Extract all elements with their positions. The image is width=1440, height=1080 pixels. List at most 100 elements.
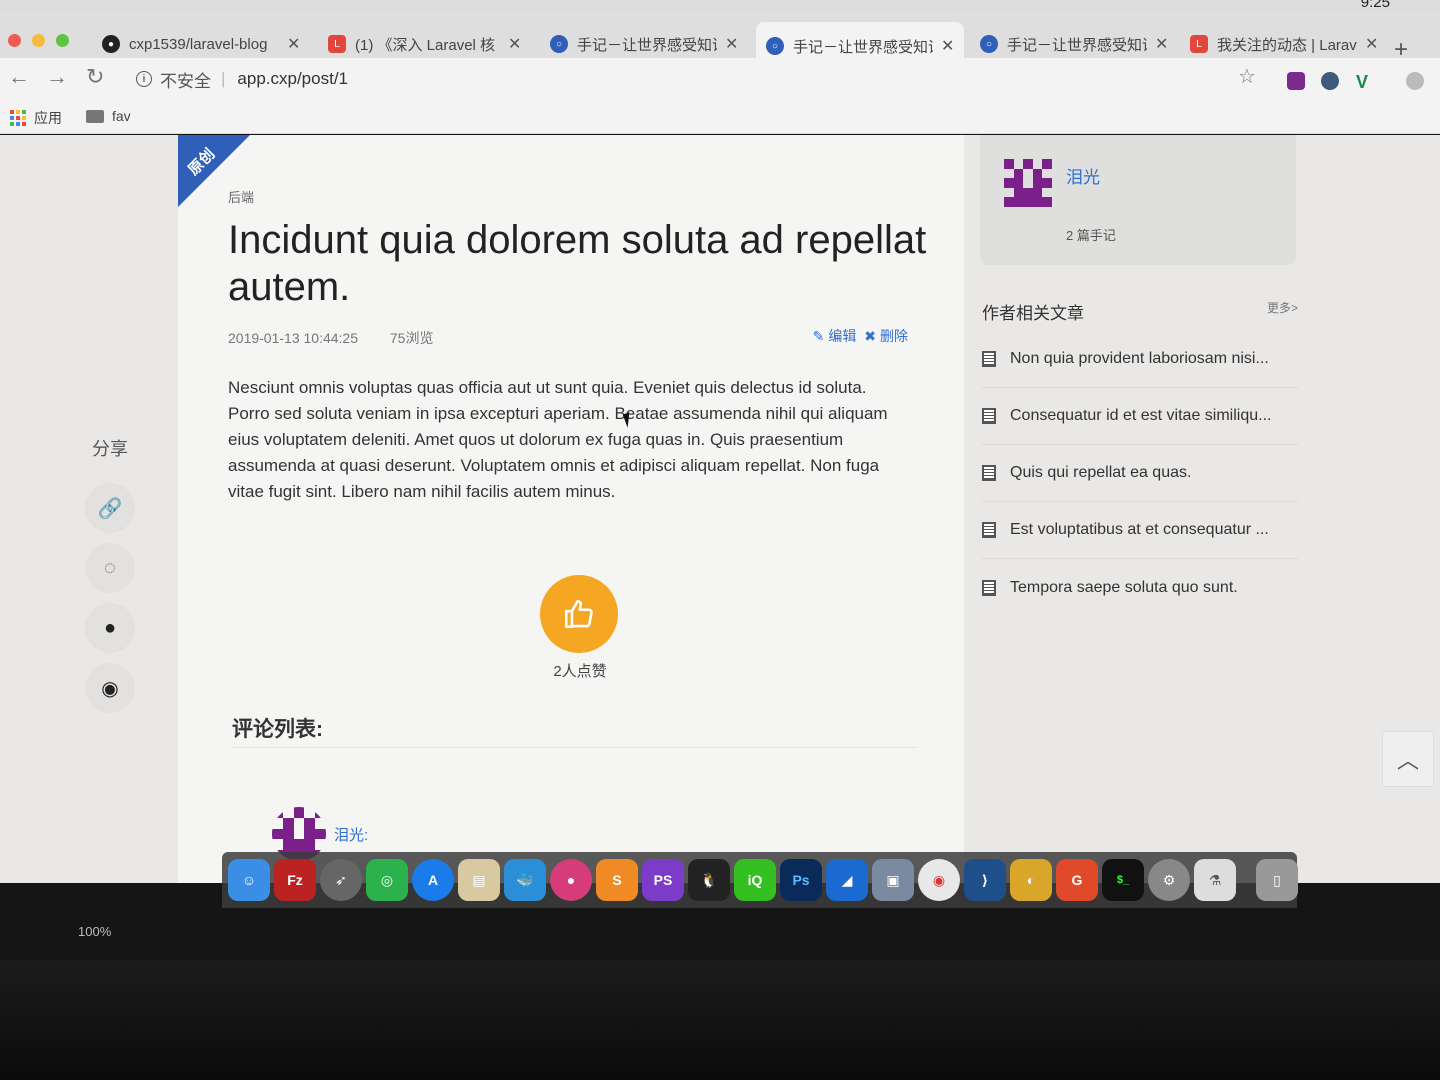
info-icon[interactable]: i (136, 71, 152, 87)
extension-icon[interactable] (1321, 72, 1339, 90)
zoom-level: 100% (78, 924, 112, 939)
thumbs-up-icon (564, 599, 593, 629)
author-name[interactable]: 泪光 (1066, 163, 1100, 188)
related-more-link[interactable]: 更多> (1267, 299, 1298, 316)
related-item[interactable]: Consequatur id et est vitae similiqu... (982, 388, 1298, 445)
address-separator: | (221, 69, 226, 88)
virtualbox-icon[interactable]: ▣ (872, 859, 914, 901)
blog-icon: ○ (766, 37, 784, 55)
close-tab-icon[interactable]: ✕ (287, 34, 300, 54)
link-share-icon[interactable]: 🔗 (85, 483, 135, 533)
wechat-share-icon[interactable]: ◌ (85, 543, 135, 593)
macos-dock: ☺ Fz ➶ ◎ A ▤ 🐳 ● S PS 🐧 iQ Ps ◢ ▣ ◉ ⟩ ◐ … (222, 852, 1298, 908)
comment-author[interactable]: 泪光: (334, 824, 368, 845)
tab-title: 我关注的动态 | Larave (1217, 36, 1357, 54)
bookmark-label: 应用 (34, 110, 62, 126)
forward-arrow-icon[interactable]: → (46, 64, 68, 90)
tab-title: 手记－让世界感受知识 (793, 38, 933, 56)
preview-icon[interactable]: ▤ (458, 859, 500, 901)
like-button[interactable] (540, 575, 618, 653)
close-tab-icon[interactable]: ✕ (941, 36, 954, 56)
article-title: Incidunt quia dolorem soluta ad repellat… (228, 218, 927, 309)
author-card: 泪光 2 篇手记 (980, 135, 1296, 265)
related-item[interactable]: Quis qui repellat ea quas. (982, 445, 1298, 502)
finder-icon[interactable]: ☺ (228, 859, 270, 901)
share-title: 分享 (92, 439, 128, 459)
tab-title: 手记－让世界感受知识 (1007, 36, 1147, 54)
edit-icon[interactable]: ✎ (813, 328, 825, 344)
mac-menubar: 9:25 (0, 0, 1440, 11)
minimize-window-icon[interactable] (32, 34, 45, 47)
terminal-icon[interactable]: $_ (1102, 859, 1144, 901)
wechat-icon[interactable]: ◎ (366, 859, 408, 901)
document-icon (982, 522, 996, 538)
related-item-title[interactable]: Quis qui repellat ea quas. (1010, 464, 1191, 482)
delete-icon[interactable]: ✖ (864, 328, 876, 344)
filezilla-icon[interactable]: Fz (274, 859, 316, 901)
close-tab-icon[interactable]: ✕ (725, 34, 738, 54)
docker-icon[interactable]: 🐳 (504, 859, 546, 901)
blog-icon: ○ (550, 35, 568, 53)
url-text[interactable]: app.cxp/post/1 (237, 69, 348, 89)
sidebar: 泪光 2 篇手记 作者相关文章 更多> Non quia provident l… (964, 135, 1440, 883)
share-panel: 分享 🔗 ◌ ● ◉ (80, 435, 140, 723)
related-item-title[interactable]: Non quia provident laboriosam nisi... (1010, 350, 1269, 368)
laptop-bezel (0, 960, 1440, 1080)
document-icon (982, 579, 996, 596)
bookmark-folder-fav[interactable]: fav (86, 108, 131, 124)
browser-toolbar: ← → ↻ i 不安全 | app.cxp/post/1 ☆ V (0, 58, 1440, 100)
tab-title: 手记－让世界感受知识 (577, 36, 717, 54)
wireshark-icon[interactable]: ◢ (826, 859, 868, 901)
related-item-title[interactable]: Consequatur id et est vitae similiqu... (1010, 407, 1271, 425)
app-store-icon[interactable]: A (412, 859, 454, 901)
article-category[interactable]: 后端 (228, 187, 254, 206)
phpstorm-icon[interactable]: PS (642, 859, 684, 901)
launchpad-icon[interactable]: ➶ (320, 859, 362, 901)
navicat-icon[interactable]: ⚗ (1194, 859, 1236, 901)
system-preferences-icon[interactable]: ⚙ (1148, 859, 1190, 901)
photoshop-icon[interactable]: Ps (780, 859, 822, 901)
trash-icon[interactable]: ▯ (1256, 859, 1298, 901)
extension-icon[interactable] (1287, 72, 1305, 90)
close-window-icon[interactable] (8, 34, 21, 47)
reload-icon[interactable]: ↻ (86, 64, 104, 90)
dribbble-icon[interactable]: ● (550, 859, 592, 901)
maximize-window-icon[interactable] (56, 34, 69, 47)
weibo-share-icon[interactable]: ◉ (85, 663, 135, 713)
author-avatar[interactable] (1004, 159, 1052, 207)
article-date: 2019-01-13 10:44:25 (228, 330, 358, 346)
security-label[interactable]: 不安全 (160, 67, 211, 92)
bookmark-apps[interactable]: 应用 (10, 108, 62, 128)
delete-button[interactable]: 删除 (880, 328, 908, 344)
related-item[interactable]: Non quia provident laboriosam nisi... (982, 331, 1298, 388)
iqiyi-icon[interactable]: iQ (734, 859, 776, 901)
sequel-pro-icon[interactable]: ◐ (1010, 859, 1052, 901)
related-list: Non quia provident laboriosam nisi... Co… (982, 331, 1298, 616)
vue-devtools-icon[interactable]: V (1356, 72, 1374, 92)
git-client-icon[interactable]: G (1056, 859, 1098, 901)
related-item[interactable]: Est voluptatibus at et consequatur ... (982, 502, 1298, 559)
profile-icon[interactable] (1406, 72, 1424, 90)
bookmark-star-icon[interactable]: ☆ (1238, 64, 1256, 89)
qq-share-icon[interactable]: ● (85, 603, 135, 653)
related-header: 作者相关文章 更多> (982, 299, 1298, 324)
address-bar[interactable]: i 不安全 | app.cxp/post/1 (124, 62, 1274, 96)
laravel-icon: L (1190, 35, 1208, 53)
related-item-title[interactable]: Est voluptatibus at et consequatur ... (1010, 521, 1269, 539)
related-item[interactable]: Tempora saepe soluta quo sunt. (982, 559, 1298, 616)
laravel-icon: L (328, 35, 346, 53)
article-meta: 2019-01-13 10:44:25 75浏览 (228, 328, 461, 348)
like-count: 2人点赞 (553, 663, 607, 680)
related-item-title[interactable]: Tempora saepe soluta quo sunt. (1010, 579, 1238, 597)
vscode-icon[interactable]: ⟩ (964, 859, 1006, 901)
back-arrow-icon[interactable]: ← (8, 64, 30, 90)
close-tab-icon[interactable]: ✕ (1155, 34, 1168, 54)
related-title: 作者相关文章 (982, 304, 1084, 323)
back-to-top-button[interactable]: ︿ (1382, 731, 1434, 787)
qq-icon[interactable]: 🐧 (688, 859, 730, 901)
sublime-text-icon[interactable]: S (596, 859, 638, 901)
close-tab-icon[interactable]: ✕ (508, 34, 521, 54)
close-tab-icon[interactable]: ✕ (1365, 34, 1378, 54)
chrome-icon[interactable]: ◉ (918, 859, 960, 901)
edit-button[interactable]: 编辑 (828, 328, 856, 344)
